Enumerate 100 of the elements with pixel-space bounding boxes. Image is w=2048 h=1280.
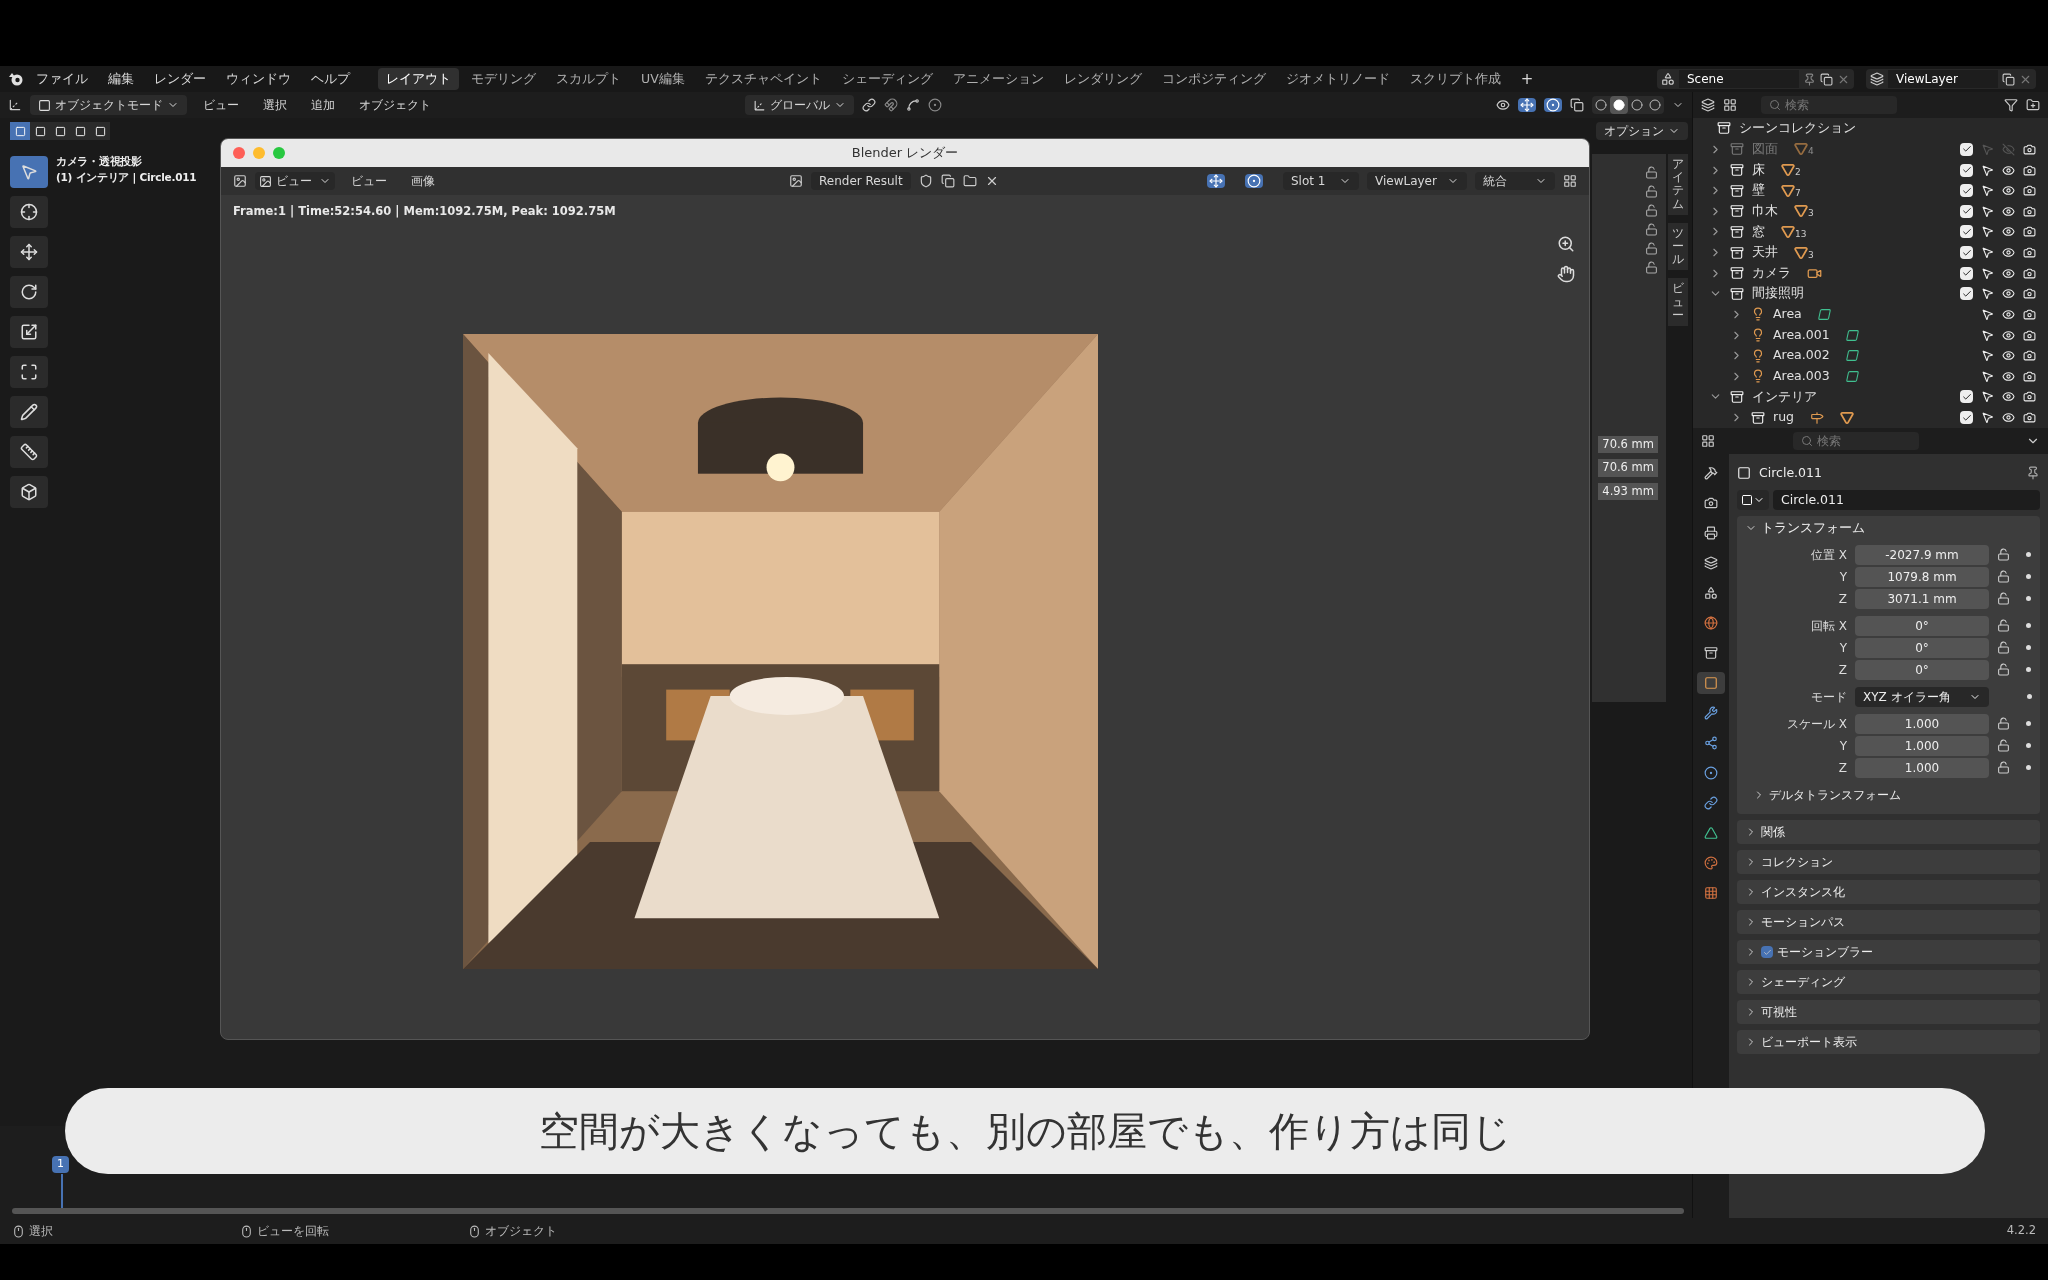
menu-item[interactable]: 画像 — [403, 172, 443, 190]
select-toggle-icon[interactable] — [1981, 411, 1994, 425]
slot-dropdown[interactable]: Slot 1 — [1283, 172, 1359, 190]
tool-button[interactable] — [10, 196, 48, 228]
copy-icon[interactable] — [940, 174, 955, 188]
menu-item[interactable]: 追加 — [303, 96, 343, 114]
exclude-checkbox[interactable] — [1960, 287, 1973, 301]
number-field[interactable]: 0° — [1855, 659, 1989, 680]
select-toggle-icon[interactable] — [1981, 390, 1994, 404]
eye-icon[interactable] — [2002, 204, 2015, 218]
render-toggle-icon[interactable] — [2023, 307, 2036, 321]
exclude-checkbox[interactable] — [1960, 266, 1973, 280]
image-browse-icon[interactable] — [789, 174, 803, 188]
gizmo-toggle[interactable] — [1207, 174, 1225, 188]
current-frame-badge[interactable]: 1 — [52, 1156, 69, 1173]
collapsed-panel[interactable]: 可視性 — [1737, 1000, 2040, 1024]
render-toggle-icon[interactable] — [2023, 142, 2036, 156]
value-field[interactable]: 70.6 mm — [1598, 436, 1658, 454]
collapsed-panel[interactable]: インスタンス化 — [1737, 880, 2040, 904]
lock-icon[interactable] — [1997, 619, 2010, 632]
select-mode-button[interactable] — [30, 122, 50, 140]
select-toggle-icon[interactable] — [1981, 163, 1994, 177]
render-toggle-icon[interactable] — [2023, 390, 2036, 404]
outliner-item[interactable]: rug — [1773, 408, 1794, 427]
lock-icon[interactable] — [1645, 185, 1658, 198]
select-mode-button[interactable] — [90, 122, 110, 140]
menu-item[interactable]: ビュー — [343, 172, 395, 190]
eye-icon[interactable] — [2002, 390, 2015, 404]
render-toggle-icon[interactable] — [2023, 287, 2036, 301]
render-toggle-icon[interactable] — [2023, 204, 2036, 218]
outliner-item[interactable]: カメラ — [1752, 263, 1791, 283]
number-field[interactable]: 1.000 — [1855, 713, 1989, 734]
number-field[interactable]: 1.000 — [1855, 735, 1989, 756]
render-toggle-icon[interactable] — [2023, 163, 2036, 177]
render-toggle-icon[interactable] — [2023, 266, 2036, 280]
menu-item[interactable]: ヘルプ — [303, 69, 358, 89]
shading-mode-button[interactable] — [1610, 96, 1628, 114]
exclude-checkbox[interactable] — [1960, 390, 1973, 404]
eye-icon[interactable] — [2002, 349, 2015, 363]
outliner-item[interactable]: 床 — [1752, 160, 1765, 180]
outliner-item[interactable]: 天井 — [1752, 243, 1778, 262]
subpanel-title[interactable]: デルタトランスフォーム — [1769, 786, 1901, 804]
sidebar-tab[interactable]: ツール — [1668, 222, 1688, 271]
pin-icon[interactable] — [1803, 72, 1816, 86]
overlay-toggle[interactable] — [1544, 98, 1562, 112]
workspace-tab[interactable]: テクスチャペイント — [696, 67, 830, 91]
eye-icon[interactable] — [2002, 225, 2015, 239]
tool-button[interactable] — [10, 236, 48, 268]
visibility-icon[interactable] — [1496, 98, 1510, 112]
lock-icon[interactable] — [1997, 663, 2010, 676]
outliner-item[interactable]: Area.003 — [1773, 366, 1830, 386]
editor-type-icon[interactable] — [8, 98, 22, 112]
workspace-tab[interactable]: コンポジティング — [1153, 67, 1274, 91]
select-toggle-icon[interactable] — [1981, 328, 1994, 342]
lock-icon[interactable] — [1645, 166, 1658, 179]
collapsed-panel[interactable]: シェーディング — [1737, 970, 2040, 994]
lock-icon[interactable] — [1645, 242, 1658, 255]
workspace-tab[interactable]: スクリプト作成 — [1401, 67, 1509, 91]
render-toggle-icon[interactable] — [2023, 369, 2036, 383]
mode-dropdown[interactable]: XYZ オイラー角 — [1855, 686, 1989, 707]
copy-icon[interactable] — [1820, 72, 1833, 86]
workspace-tab[interactable]: スカルプト — [548, 67, 629, 91]
add-workspace-button[interactable]: + — [1512, 67, 1542, 91]
copy-icon[interactable] — [2002, 72, 2015, 86]
editor-type-icon[interactable] — [233, 174, 247, 188]
view-layer-field[interactable]: ViewLayer — [1888, 70, 1998, 88]
collapsed-panel[interactable]: モーションパス — [1737, 910, 2040, 934]
render-toggle-icon[interactable] — [2023, 411, 2036, 425]
workspace-tab[interactable]: ジオメトリノード — [1277, 67, 1398, 91]
render-toggle-icon[interactable] — [2023, 184, 2036, 198]
sidebar-tab[interactable]: アイテム — [1668, 154, 1688, 215]
workspace-tab[interactable]: レイアウト — [378, 67, 459, 91]
outliner-item[interactable]: シーンコレクション — [1739, 118, 1856, 138]
snap-icon[interactable] — [884, 98, 898, 112]
menu-item[interactable]: オブジェクト — [351, 96, 439, 114]
view-layer-icon[interactable] — [1870, 72, 1884, 86]
lock-icon[interactable] — [1997, 717, 2010, 730]
render-toggle-icon[interactable] — [2023, 225, 2036, 239]
eye-icon[interactable] — [2002, 369, 2015, 383]
outliner-item[interactable]: 間接照明 — [1752, 284, 1804, 304]
tool-button[interactable] — [10, 276, 48, 308]
mode-dropdown[interactable]: オブジェクトモード — [30, 95, 187, 115]
pin-icon[interactable] — [2026, 466, 2040, 480]
menu-item[interactable]: ビュー — [195, 96, 247, 114]
number-field[interactable]: 1.000 — [1855, 757, 1989, 778]
tool-button[interactable] — [10, 476, 48, 508]
number-field[interactable]: 0° — [1855, 637, 1989, 658]
scene-icon[interactable] — [1661, 72, 1675, 86]
select-toggle-icon[interactable] — [1981, 349, 1994, 363]
outliner-item[interactable]: Area.002 — [1773, 346, 1830, 366]
gizmo-toggle[interactable] — [1518, 98, 1536, 112]
exclude-checkbox[interactable] — [1960, 246, 1973, 260]
eye-icon[interactable] — [2002, 246, 2015, 260]
logo-icon[interactable] — [8, 71, 24, 87]
eye-icon[interactable] — [2002, 411, 2015, 425]
lock-icon[interactable] — [1997, 592, 2010, 605]
filter-icon[interactable] — [2004, 97, 2018, 112]
render-toggle-icon[interactable] — [2023, 246, 2036, 260]
tool-button[interactable] — [10, 356, 48, 388]
editor-type-icon[interactable] — [1701, 434, 1715, 448]
